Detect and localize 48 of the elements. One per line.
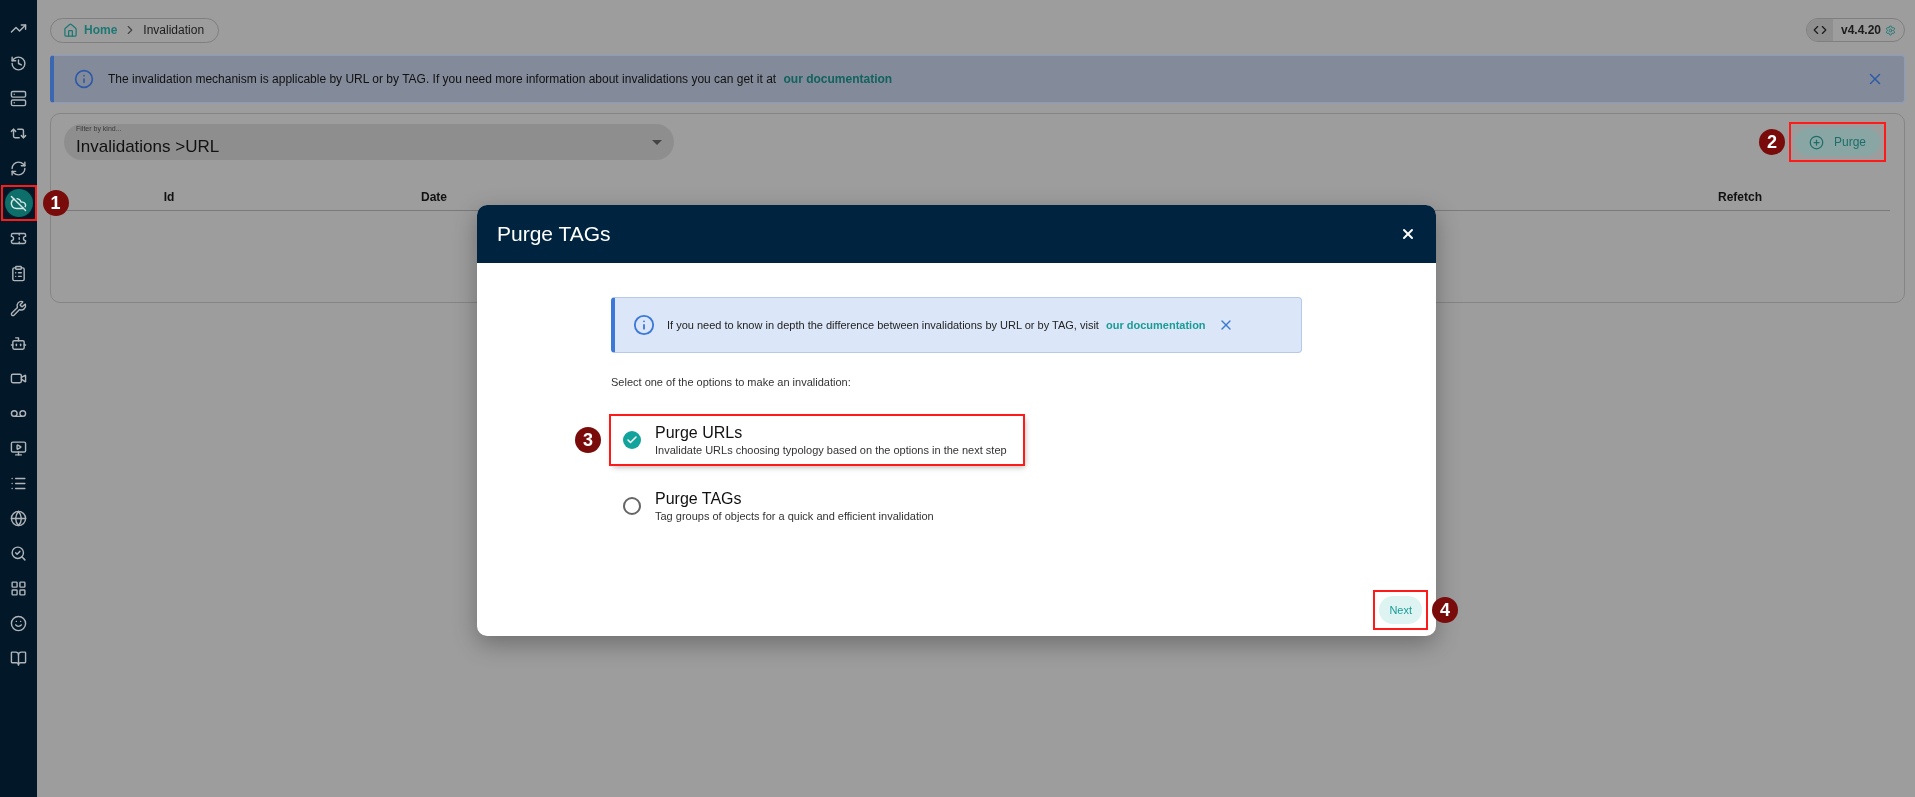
sidebar-icon bbox=[10, 544, 27, 562]
option-description: Tag groups of objects for a quick and efficient invalidation bbox=[655, 510, 934, 522]
home-icon bbox=[63, 22, 78, 38]
option-description: Invalidate URLs choosing typology based on the options in the next step bbox=[655, 444, 1007, 456]
step-number-badge: 4 bbox=[1432, 597, 1458, 623]
sidebar-icon bbox=[10, 334, 27, 352]
sidebar-icon bbox=[10, 649, 27, 667]
sidebar-icon bbox=[10, 299, 27, 317]
info-text: If you need to know in depth the difference between invalidations by URL or by TAG, visit our documentation bbox=[667, 319, 1206, 331]
option-title: Purge URLs bbox=[655, 424, 744, 442]
documentation-link[interactable]: our documentation bbox=[1105, 319, 1206, 331]
step-number-badge: 2 bbox=[1758, 129, 1785, 155]
code-icon bbox=[1812, 23, 1827, 37]
caret-icon bbox=[652, 139, 662, 145]
sidebar-item[interactable] bbox=[4, 189, 33, 217]
sidebar-icon bbox=[10, 194, 27, 212]
sidebar-icon bbox=[10, 54, 27, 72]
sidebar-icon bbox=[10, 439, 27, 457]
purge-button[interactable]: Purge bbox=[1794, 128, 1880, 156]
breadcrumb-link[interactable]: Home bbox=[63, 22, 118, 38]
column-header: Date bbox=[420, 190, 448, 204]
step-number-badge: 1 bbox=[42, 190, 69, 216]
sidebar-icon bbox=[10, 509, 27, 527]
next-button[interactable]: Next bbox=[1379, 596, 1422, 624]
version-text: v4.4.20 bbox=[1840, 23, 1881, 37]
sidebar-icon bbox=[10, 614, 27, 632]
step-number-badge: 3 bbox=[575, 427, 601, 453]
option-title: Purge TAGs bbox=[655, 490, 743, 508]
info-icon bbox=[74, 69, 94, 89]
sidebar-icon bbox=[10, 264, 27, 282]
sidebar-icon bbox=[10, 579, 27, 597]
prompt-text: Select one of the options to make an invalidation: bbox=[611, 376, 852, 388]
dialog-title: Purge TAGs bbox=[497, 222, 611, 246]
plus-circle-icon bbox=[1808, 134, 1824, 150]
banner-text: The invalidation mechanism is applicable by URL or by TAG. If you need more information about invalidations you can get it at our documentation bbox=[108, 72, 894, 86]
breadcrumb-current: Invalidation bbox=[143, 23, 205, 37]
gear-icon bbox=[1885, 24, 1896, 36]
option-item[interactable]: Purge TAGs Tag groups of objects for a quick and efficient invalidation bbox=[611, 482, 950, 530]
documentation-link[interactable]: our documentation bbox=[780, 72, 893, 86]
radio-button[interactable] bbox=[623, 431, 641, 449]
check-icon bbox=[626, 434, 638, 446]
radio-button[interactable] bbox=[623, 497, 641, 515]
close-button[interactable] bbox=[1400, 226, 1416, 242]
sidebar-icon bbox=[10, 159, 27, 177]
sidebar-icon bbox=[10, 89, 27, 107]
column-header: Id bbox=[162, 190, 176, 204]
info-icon bbox=[633, 314, 655, 336]
column-header: Refetch bbox=[1717, 190, 1763, 204]
